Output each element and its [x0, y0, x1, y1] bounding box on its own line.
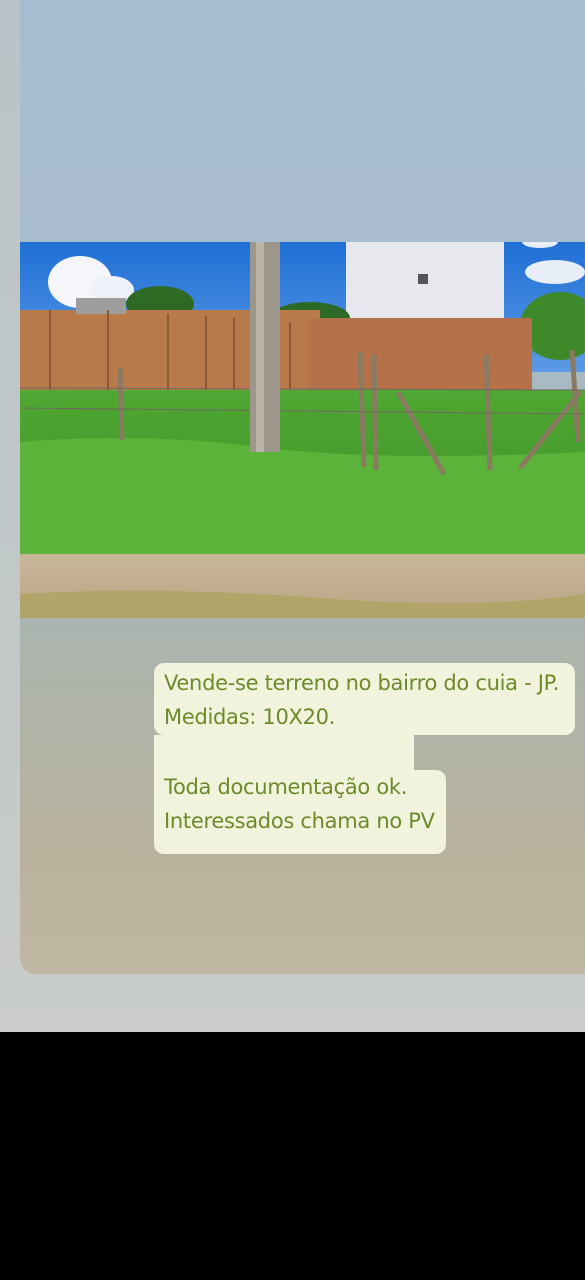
vacant-lot-photo[interactable]: [20, 242, 585, 618]
story-card: Vende-se terreno no bairro do cuia - JP.…: [0, 0, 585, 1032]
vacant-lot-illustration: [20, 242, 585, 618]
caption-line-2: Medidas: 10X20.: [164, 705, 336, 729]
screen-bottom-blank: [0, 1032, 585, 1280]
caption-line-4: Interessados chama no PV: [164, 809, 435, 833]
caption-line-3: Toda documentação ok.: [164, 775, 408, 799]
caption-box-1: Vende-se terreno no bairro do cuia - JP.…: [154, 663, 575, 735]
caption-line-1: Vende-se terreno no bairro do cuia - JP.: [164, 671, 560, 695]
caption-box-3: Toda documentação ok. Interessados chama…: [154, 770, 446, 854]
background-sky-band: [20, 0, 585, 240]
story-panel: Vende-se terreno no bairro do cuia - JP.…: [20, 0, 585, 974]
